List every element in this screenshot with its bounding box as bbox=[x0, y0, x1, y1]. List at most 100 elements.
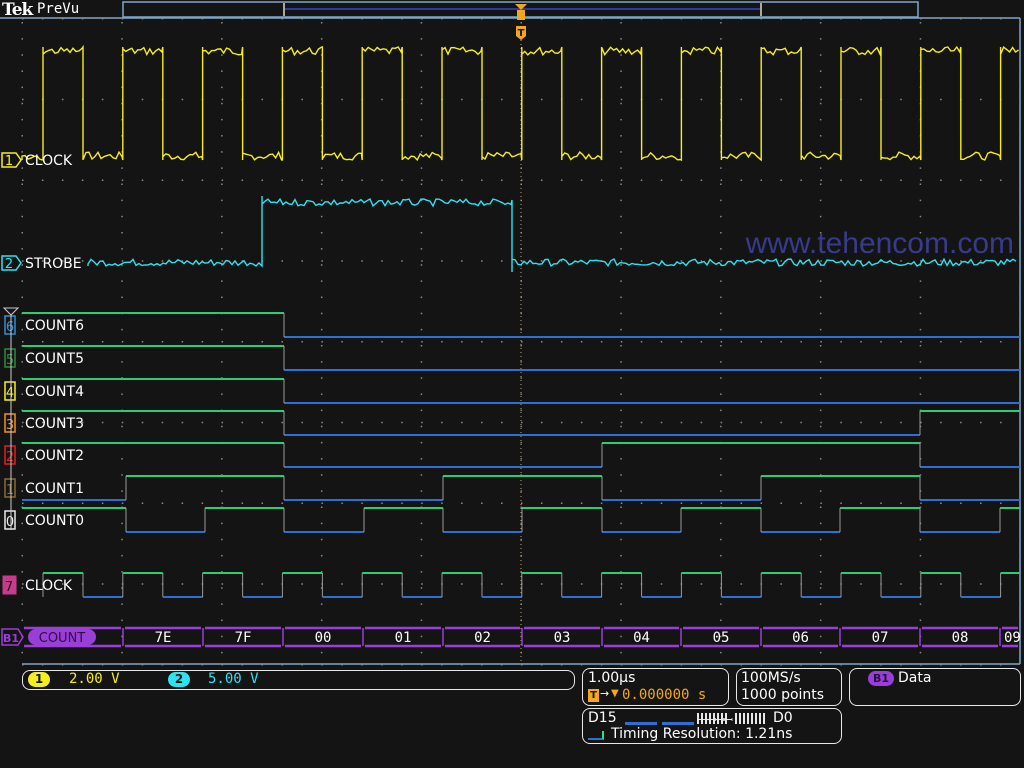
graticule-dot bbox=[21, 54, 23, 56]
graticule-dot bbox=[620, 18, 623, 20]
graticule-dot bbox=[320, 361, 323, 363]
graticule-dot bbox=[221, 151, 223, 153]
graticule-dot bbox=[301, 18, 303, 20]
graticule-dot bbox=[320, 199, 323, 202]
graticule-dot bbox=[819, 377, 822, 379]
digital-status-panel[interactable]: D15 ꟷꟷꟷꟷ D0 Timing Resolution: 1.21ns bbox=[582, 708, 842, 744]
vertical-status-panel[interactable]: 1 2.00 V 2 5.00 V bbox=[22, 670, 575, 690]
digital-off-bits-indicator bbox=[662, 722, 694, 725]
watermark: www.tehencom.com bbox=[745, 227, 1014, 260]
graticule-dot bbox=[441, 502, 443, 504]
graticule-dot bbox=[819, 70, 822, 72]
graticule-dot bbox=[21, 474, 23, 476]
graticule-dot bbox=[21, 167, 23, 169]
graticule-dot bbox=[700, 664, 703, 666]
bus-value: 02 bbox=[474, 630, 491, 646]
graticule-dot bbox=[320, 393, 323, 395]
graticule-dot bbox=[660, 502, 663, 504]
scope-display[interactable]: Twww.tehencom.com 1 CLOCK 2 STROBE 6 COUNT6 5 CO… bbox=[0, 0, 1024, 768]
graticule-dot bbox=[919, 280, 922, 282]
graticule-dot bbox=[420, 651, 423, 654]
graticule-dot bbox=[1019, 215, 1021, 218]
graticule-dot bbox=[301, 260, 303, 262]
graticule-dot bbox=[840, 18, 842, 20]
graticule-dot bbox=[141, 502, 144, 504]
graticule-dot bbox=[61, 502, 64, 504]
graticule-dot bbox=[121, 474, 123, 476]
graticule-dot bbox=[421, 583, 423, 585]
graticule-dot bbox=[640, 260, 643, 262]
graticule-dot bbox=[121, 425, 123, 428]
graticule-dot bbox=[660, 98, 663, 101]
graticule-dot bbox=[960, 421, 962, 424]
graticule-dot bbox=[819, 183, 822, 185]
channel-2-badge: 2 bbox=[168, 672, 190, 687]
graticule-dot bbox=[21, 118, 23, 121]
graticule-dot bbox=[620, 260, 623, 262]
graticule-dot bbox=[620, 328, 622, 331]
graticule-dot bbox=[320, 506, 323, 508]
graticule-dot bbox=[900, 179, 902, 181]
graticule-dot bbox=[900, 664, 902, 666]
graticule-dot bbox=[121, 280, 123, 282]
graticule-dot bbox=[820, 421, 822, 424]
graticule-dot bbox=[121, 328, 123, 331]
graticule-dot bbox=[919, 603, 922, 605]
graticule-dot bbox=[680, 18, 683, 20]
graticule-dot bbox=[540, 18, 543, 20]
acquisition-status-panel[interactable]: 100MS/s 1000 points bbox=[736, 668, 842, 706]
graticule-dot bbox=[221, 102, 223, 105]
bus-status-panel[interactable]: B1 Data bbox=[849, 668, 1021, 706]
graticule-dot bbox=[760, 502, 763, 504]
graticule-dot bbox=[121, 296, 123, 299]
graticule-dot bbox=[620, 183, 622, 185]
graticule-dot bbox=[241, 421, 244, 424]
graticule-dot bbox=[22, 664, 24, 666]
graticule-dot bbox=[620, 102, 622, 105]
graticule-dot bbox=[361, 260, 363, 262]
bus-value: 06 bbox=[792, 630, 809, 646]
graticule-dot bbox=[1019, 38, 1021, 40]
graticule-dot bbox=[940, 664, 942, 666]
graticule-dot bbox=[820, 260, 822, 262]
graticule-dot bbox=[221, 458, 223, 460]
graticule-dot bbox=[880, 179, 882, 181]
graticule-dot bbox=[420, 441, 423, 444]
graticule-dot bbox=[720, 328, 722, 331]
graticule-dot bbox=[421, 98, 423, 101]
graticule-dot bbox=[21, 328, 23, 331]
graticule-dot bbox=[320, 280, 323, 282]
graticule-dot bbox=[580, 98, 583, 101]
graticule-dot bbox=[940, 502, 942, 504]
digital-group-marker-icon[interactable] bbox=[2, 307, 20, 316]
graticule-dot bbox=[420, 328, 423, 331]
graticule-dot bbox=[1019, 22, 1021, 24]
graticule-dot bbox=[1019, 538, 1021, 541]
graticule-dot bbox=[521, 502, 523, 504]
graticule-dot bbox=[321, 664, 323, 666]
arrow-right-icon: → bbox=[600, 687, 610, 700]
graticule-dot bbox=[860, 421, 862, 424]
trigger-position-value: 0.000000 s bbox=[622, 687, 707, 703]
horizontal-status-panel[interactable]: 1.00µs T → ▼ 0.000000 s bbox=[582, 668, 729, 706]
graticule-dot bbox=[320, 264, 323, 266]
digital-channel-4-number: 4 bbox=[6, 386, 14, 401]
graticule-dot bbox=[1000, 341, 1002, 343]
digital-channel-3-label: COUNT3 bbox=[25, 416, 84, 432]
graticule-dot bbox=[880, 341, 882, 343]
graticule-dot bbox=[1000, 179, 1002, 181]
graticule-dot bbox=[61, 98, 64, 101]
graticule-dot bbox=[1019, 183, 1021, 185]
graticule-dot bbox=[161, 179, 164, 181]
graticule-dot bbox=[181, 98, 184, 101]
graticule-dot bbox=[341, 583, 343, 585]
digital-channel-6-number: 6 bbox=[6, 320, 14, 335]
graticule-dot bbox=[1019, 264, 1021, 266]
graticule-dot bbox=[919, 345, 922, 347]
digital-channel-3-number: 3 bbox=[6, 418, 14, 433]
graticule-dot bbox=[261, 179, 264, 181]
graticule-dot bbox=[421, 502, 423, 504]
graticule-dot bbox=[361, 664, 363, 666]
graticule-dot bbox=[221, 248, 223, 250]
graticule-dot bbox=[919, 361, 922, 363]
